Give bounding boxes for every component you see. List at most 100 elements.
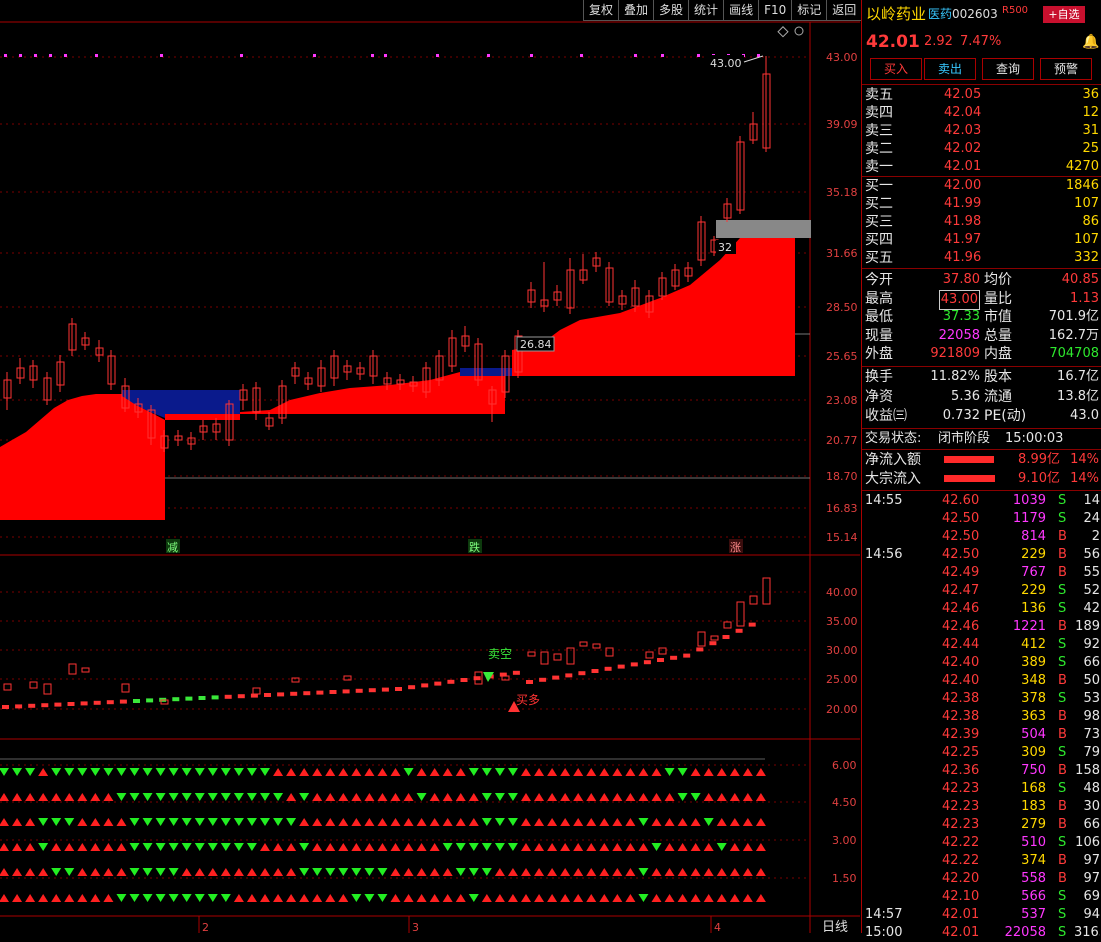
ask-row[interactable]: 卖四 42.04 12 [862, 104, 1101, 122]
price-tick-label: 28.50 [826, 301, 858, 314]
toolbar-item-4[interactable]: 画线 [724, 0, 760, 21]
signal-triangle [220, 793, 231, 801]
trend-step [303, 691, 311, 696]
signal-triangle [442, 818, 453, 826]
signal-triangle [142, 793, 153, 801]
ask-row[interactable]: 卖三 42.03 31 [862, 122, 1101, 140]
ask-row[interactable]: 卖二 42.02 25 [862, 140, 1101, 158]
tick-row[interactable]: 42.46 136 S 42 [862, 600, 1101, 618]
mid-candle [749, 595, 758, 605]
tick-row[interactable]: 42.23 183 B 30 [862, 798, 1101, 816]
signal-triangle [755, 894, 766, 902]
signal-triangle [168, 843, 179, 851]
signal-triangle [155, 768, 166, 776]
toolbar-item-6[interactable]: 标记 [792, 0, 828, 21]
signal-triangle [364, 868, 375, 876]
signal-triangle [38, 894, 49, 902]
signal-triangle [664, 818, 675, 826]
tick-row[interactable]: 14:56 42.50 229 B 56 [862, 546, 1101, 564]
tick-row[interactable]: 42.44 412 S 92 [862, 636, 1101, 654]
tick-row[interactable]: 42.10 566 S 69 [862, 888, 1101, 906]
signal-triangle [547, 768, 558, 776]
bid-row[interactable]: 买四 41.97 107 [862, 231, 1101, 249]
quote-panel: 以岭药业 医药 002603 R500 +自选 42.01 2.92 7.47%… [861, 0, 1101, 940]
sell-button[interactable]: 卖出 [924, 58, 976, 80]
tick-row[interactable]: 42.20 558 B 97 [862, 870, 1101, 888]
tick-row[interactable]: 42.50 814 B 2 [862, 528, 1101, 546]
signal-triangle [742, 843, 753, 851]
query-button[interactable]: 查询 [982, 58, 1034, 80]
bell-icon[interactable]: 🔔 [1082, 31, 1099, 53]
signal-triangle [690, 768, 701, 776]
signal-triangle [260, 768, 270, 776]
signal-triangle [233, 843, 244, 851]
tick-row[interactable]: 42.47 229 S 52 [862, 582, 1101, 600]
signal-triangle [442, 768, 453, 776]
signal-triangle [651, 793, 662, 801]
tick-row[interactable]: 14:57 42.01 537 S 94 [862, 906, 1101, 924]
bid-row[interactable]: 买五 41.96 332 [862, 249, 1101, 267]
toolbar-item-2[interactable]: 多股 [654, 0, 690, 21]
r-badge: R500 [1002, 5, 1029, 16]
signal-triangle [64, 768, 75, 776]
bid-row[interactable]: 买三 41.98 86 [862, 213, 1101, 231]
tick-row[interactable]: 42.25 309 S 79 [862, 744, 1101, 762]
tick-row[interactable]: 42.23 279 B 66 [862, 816, 1101, 834]
toolbar-item-7[interactable]: 返回 [827, 0, 863, 21]
signal-triangle [403, 818, 414, 826]
signal-triangle [390, 894, 401, 902]
mid-candle [645, 651, 654, 659]
signal-triangle [338, 793, 349, 801]
toolbar-item-1[interactable]: 叠加 [619, 0, 655, 21]
tick-row[interactable]: 14:55 42.60 1039 S 14 [862, 492, 1101, 510]
tick-row[interactable]: 42.38 378 S 53 [862, 690, 1101, 708]
tick-row[interactable]: 42.46 1221 B 189 [862, 618, 1101, 636]
tick-row[interactable]: 42.23 168 S 48 [862, 780, 1101, 798]
kline-chart[interactable]: 43.0039.0935.1831.6628.5025.6523.0820.77… [0, 0, 860, 935]
signal-triangle [703, 768, 714, 776]
trend-step [552, 675, 560, 680]
tick-row[interactable]: 42.36 750 B 158 [862, 762, 1101, 780]
signal-triangle [12, 868, 23, 876]
price-tick-label: 25.65 [826, 350, 858, 363]
bid-row[interactable]: 买一 42.00 1846 [862, 177, 1101, 195]
signal-triangle [377, 894, 388, 902]
level-volume: 25 [1082, 141, 1099, 156]
signal-triangle [38, 843, 49, 851]
tick-row[interactable]: 42.22 374 B 97 [862, 852, 1101, 870]
buy-button[interactable]: 买入 [870, 58, 922, 80]
toolbar-item-5[interactable]: F10 [759, 0, 793, 21]
signal-triangle [534, 843, 545, 851]
tick-row[interactable]: 42.22 510 S 106 [862, 834, 1101, 852]
signal-triangle [155, 818, 166, 826]
toolbar-item-3[interactable]: 统计 [689, 0, 725, 21]
signal-triangle [755, 793, 766, 801]
signal-triangle [325, 868, 336, 876]
bid-row[interactable]: 买二 41.99 107 [862, 195, 1101, 213]
tick-row[interactable]: 42.40 348 B 50 [862, 672, 1101, 690]
add-watchlist-button[interactable]: +自选 [1043, 6, 1085, 23]
signal-triangle [677, 868, 688, 876]
tick-row[interactable]: 42.40 389 S 66 [862, 654, 1101, 672]
toolbar-item-0[interactable]: 复权 [584, 0, 620, 21]
trend-step [447, 679, 455, 684]
trend-step [434, 681, 442, 686]
tick-row[interactable]: 42.39 504 B 73 [862, 726, 1101, 744]
tick-row[interactable]: 15:0042.0122058S3163 [862, 924, 1101, 942]
kline-chart-area[interactable]: 43.00 39.09 35.18 31.66 28.50 25.65 23.08 20.77… [0, 0, 860, 935]
signal-triangle [351, 793, 362, 801]
signal-triangle [260, 818, 270, 826]
signal-triangle [560, 768, 571, 776]
signal-triangle [690, 818, 701, 826]
ask-row[interactable]: 卖一 42.01 4270 [862, 158, 1101, 176]
tick-row[interactable]: 42.50 1179 S 24 [862, 510, 1101, 528]
signal-triangle [155, 868, 166, 876]
alert-button[interactable]: 预警 [1040, 58, 1092, 80]
stock-sector[interactable]: 医药 [928, 2, 952, 26]
tick-row[interactable]: 42.38 363 B 98 [862, 708, 1101, 726]
ask-row[interactable]: 卖五 42.05 36 [862, 86, 1101, 104]
signal-dot [4, 54, 7, 57]
tick-row[interactable]: 42.49 767 B 55 [862, 564, 1101, 582]
trend-step [133, 699, 140, 703]
signal-triangle [0, 793, 9, 801]
